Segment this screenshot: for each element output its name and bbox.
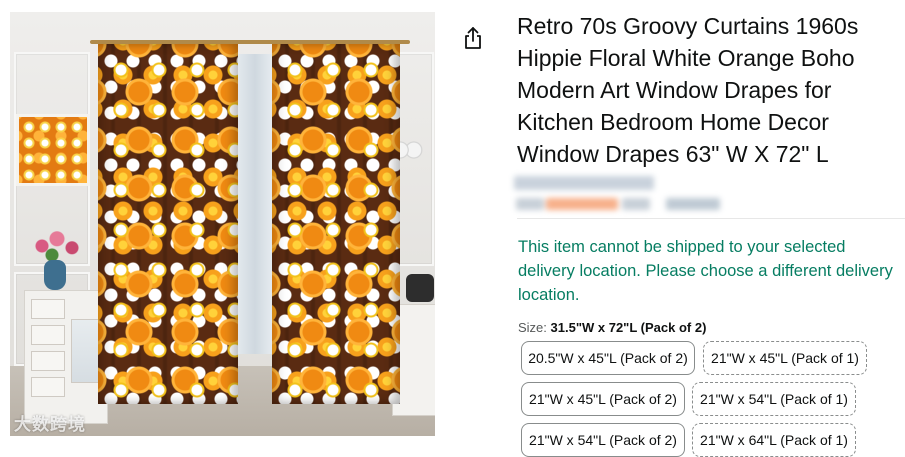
share-icon[interactable] (462, 26, 484, 50)
size-selected-value: 31.5"W x 72"L (Pack of 2) (550, 320, 707, 335)
size-option-label: 21"W x 64"L (Pack of 1) (700, 432, 848, 448)
image-cabinet (24, 290, 108, 424)
image-wall-art (16, 114, 90, 186)
image-cabinet-drawer (31, 377, 65, 397)
image-cabinet-drawer (31, 299, 65, 319)
size-option-label: 20.5"W x 45"L (Pack of 2) (528, 350, 688, 366)
image-flowers (32, 228, 82, 264)
size-option-label: 21"W x 54"L (Pack of 2) (529, 432, 677, 448)
size-option[interactable]: 21"W x 54"L (Pack of 1) (692, 382, 856, 416)
image-curtain-left-panel (98, 44, 238, 404)
size-option[interactable]: 20.5"W x 45"L (Pack of 2) (521, 341, 695, 375)
shipping-unavailable-message: This item cannot be shipped to your sele… (518, 238, 893, 304)
product-title: Retro 70s Groovy Curtains 1960s Hippie F… (517, 13, 859, 167)
size-option[interactable]: 21"W x 64"L (Pack of 1) (692, 423, 856, 457)
product-main-image[interactable]: 大数跨境 (10, 12, 435, 436)
image-watermark: 大数跨境 (14, 415, 86, 434)
obscured-rating-block (510, 172, 724, 218)
size-option-label: 21"W x 45"L (Pack of 2) (529, 391, 677, 407)
size-option-label: 21"W x 45"L (Pack of 1) (711, 350, 859, 366)
size-label-text: Size: (518, 320, 547, 335)
image-curtain-right-panel (272, 44, 400, 404)
image-vase (44, 260, 66, 290)
image-cabinet-drawer (31, 351, 65, 371)
size-option[interactable]: 21"W x 45"L (Pack of 2) (521, 382, 685, 416)
size-option[interactable]: 21"W x 45"L (Pack of 1) (703, 341, 867, 375)
size-option[interactable]: 21"W x 54"L (Pack of 2) (521, 423, 685, 457)
size-option-label: 21"W x 54"L (Pack of 1) (700, 391, 848, 407)
section-divider (517, 218, 905, 219)
image-telephone (406, 274, 434, 302)
image-cabinet-drawer (31, 325, 65, 345)
size-label: Size: 31.5"W x 72"L (Pack of 2) (518, 320, 706, 335)
